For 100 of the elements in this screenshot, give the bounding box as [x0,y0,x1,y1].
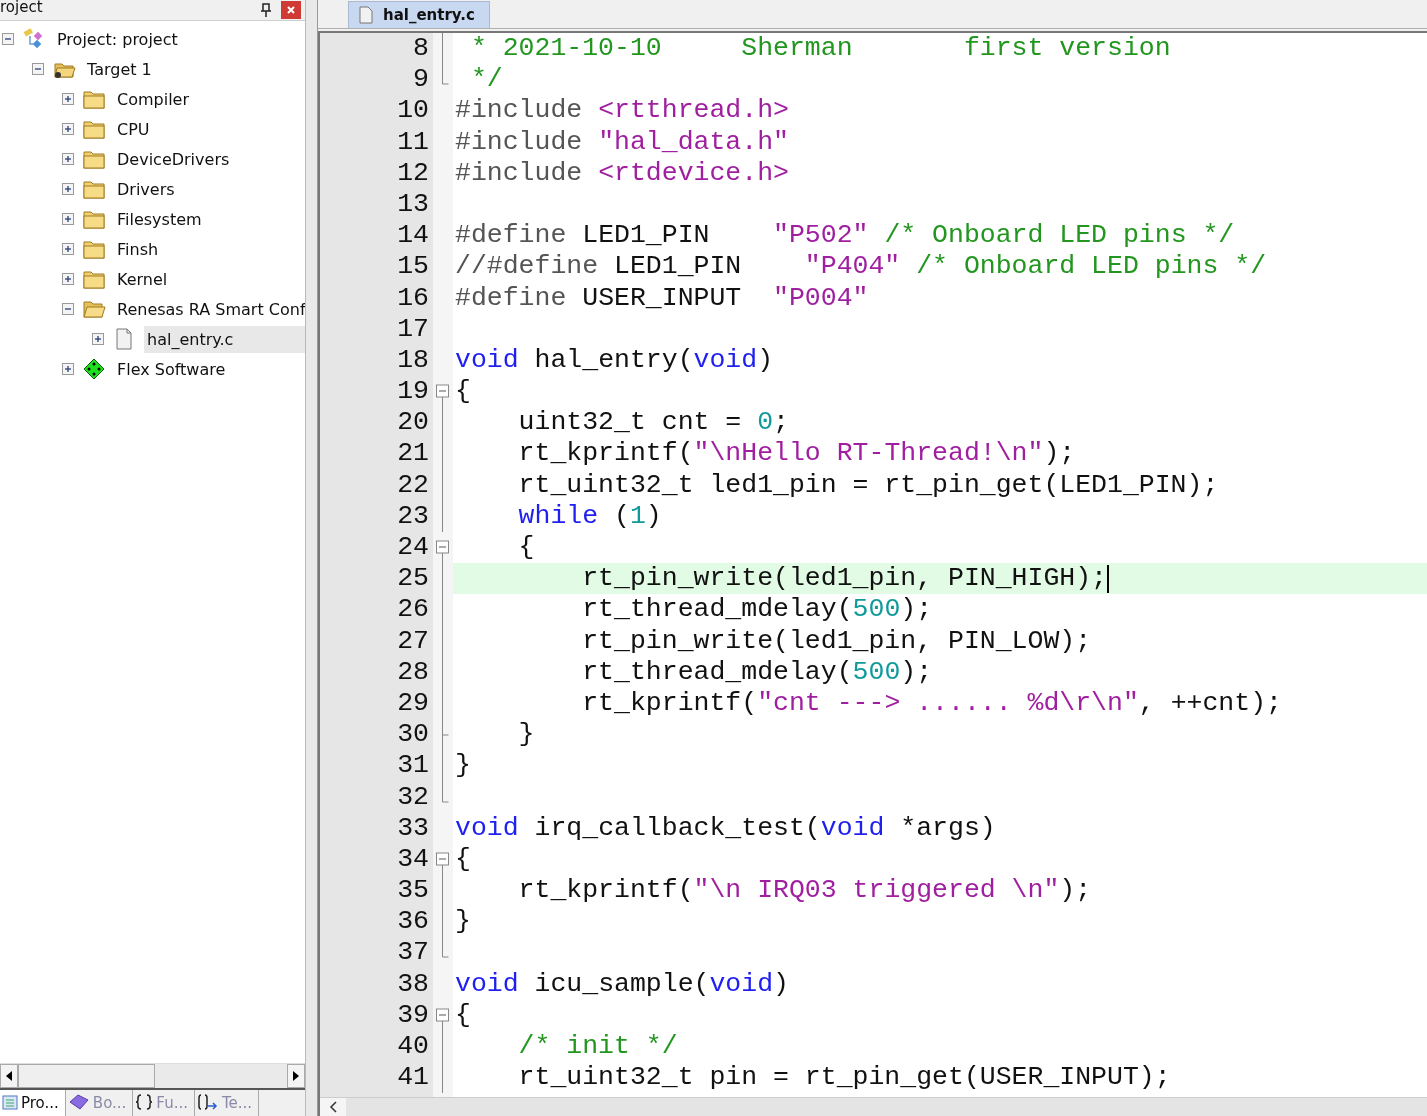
line-number: 24 [396,532,430,564]
code-line: uint32_t cnt = 0; [517,407,789,439]
code-line: #define USER_INPUT "P004" [455,282,869,314]
line-number: 11 [396,126,430,158]
code-editor[interactable] [320,33,1427,1097]
left-arrow-icon[interactable] [6,1071,12,1081]
file-icon [359,6,373,24]
folder-icon [82,178,106,200]
tree-item[interactable]: Filesystem [114,205,305,233]
line-number: 28 [396,656,430,688]
folder-icon [82,238,106,260]
tree-item[interactable]: Target 1 [84,55,305,83]
code-line: { [517,532,535,564]
pin-icon[interactable] [261,3,271,17]
tree-item[interactable]: Flex Software [114,355,305,383]
code-line: //#define LED1_PIN "P404" /* Onboard LED pins */ [455,251,1267,283]
tree-item[interactable]: Renesas RA Smart Conf [114,295,305,323]
code-line: */ [469,64,503,96]
file-tab[interactable]: hal_entry.c [348,1,490,28]
fold-toggle[interactable] [436,384,449,408]
horizontal-scrollbar[interactable] [320,1097,1427,1116]
folder-icon [82,268,106,290]
line-number: 31 [396,750,430,782]
line-number: 26 [396,594,430,626]
code-line: { [455,999,471,1031]
code-line: } [455,750,471,782]
folder-icon [82,208,106,230]
horizontal-scrollbar[interactable] [0,1063,305,1088]
line-number: 36 [396,906,430,938]
line-number: 8 [412,33,430,65]
line-number: 30 [396,719,430,751]
line-number: 35 [396,875,430,907]
code-line: rt_thread_mdelay(500); [581,594,933,626]
code-line: rt_thread_mdelay(500); [581,656,933,688]
expand-toggle[interactable] [62,183,74,195]
code-line: #include <rtthread.h> [455,95,789,127]
line-number: 39 [396,999,430,1031]
line-number: 27 [396,625,430,657]
expand-toggle[interactable] [62,123,74,135]
tree-item[interactable]: Drivers [114,175,305,203]
expand-toggle[interactable] [62,153,74,165]
line-number: 9 [412,64,430,96]
fold-toggle[interactable] [436,1008,449,1031]
code-line: void hal_entry(void) [455,344,774,377]
project-icon [2,1094,18,1110]
expand-toggle[interactable] [62,243,74,255]
line-number: 14 [396,220,430,252]
expand-toggle[interactable] [62,363,74,375]
line-number: 15 [396,251,430,283]
line-number: 16 [396,282,430,314]
tree-item[interactable]: Kernel [114,265,305,293]
line-number: 20 [396,407,430,439]
code-line: { [455,843,471,876]
line-number: 41 [396,1062,430,1094]
code-line: void icu_sample(void) [455,968,789,1000]
tree-item[interactable]: hal_entry.c [144,325,305,353]
line-number: 17 [396,313,430,345]
code-line: rt_uint32_t pin = rt_pin_get(USER_INPUT); [517,1062,1171,1094]
panel-title: roject [0,0,43,16]
diamond-icon [82,358,106,380]
close-icon [286,5,296,15]
expand-toggle[interactable] [92,333,104,345]
line-number: 13 [396,188,430,221]
tree-item[interactable]: Finsh [114,235,305,263]
tree-item[interactable]: Compiler [114,85,305,113]
line-number: 10 [396,95,430,127]
fold-toggle[interactable] [436,540,449,564]
tree-item[interactable]: Project: project [54,25,305,53]
code-line: #define LED1_PIN "P502" /* Onboard LED pins */ [455,220,1235,252]
collapse-toggle[interactable] [62,303,74,315]
folder-icon [82,148,106,170]
code-line: rt_pin_write(led1_pin, PIN_LOW); [581,625,1092,657]
line-number: 40 [396,1031,430,1063]
line-number: 18 [396,344,430,377]
expand-toggle[interactable] [62,273,74,285]
code-line: rt_pin_write(led1_pin, PIN_HIGH); [581,563,1107,595]
text-cursor [1107,564,1109,593]
template-icon [197,1094,219,1110]
book-icon [67,1094,90,1110]
collapse-toggle[interactable] [2,33,14,45]
code-line: rt_kprintf("cnt ---> ...... %d\r\n", ++cnt); [581,687,1282,720]
code-line: } [455,906,471,938]
collapse-toggle[interactable] [32,63,44,75]
line-number: 38 [396,968,430,1000]
expand-toggle[interactable] [62,213,74,225]
tree-item[interactable]: CPU [114,115,305,143]
panel-tab[interactable]: Pro... [0,1090,66,1116]
line-number: 19 [396,376,430,408]
line-number: 22 [396,469,430,501]
code-line: #include "hal_data.h" [455,126,789,158]
code-line: /* init */ [517,1031,678,1063]
code-line: rt_kprintf("\nHello RT-Thread!\n"); [517,438,1076,470]
folder-icon [82,88,106,110]
tree-item[interactable]: DeviceDrivers [114,145,305,173]
fold-toggle[interactable] [436,852,449,876]
expand-toggle[interactable] [62,93,74,105]
close-button[interactable] [281,1,301,19]
code-line: rt_kprintf("\n IRQ03 triggered \n"); [517,875,1092,907]
right-arrow-icon[interactable] [293,1071,299,1081]
line-number: 12 [396,157,430,189]
